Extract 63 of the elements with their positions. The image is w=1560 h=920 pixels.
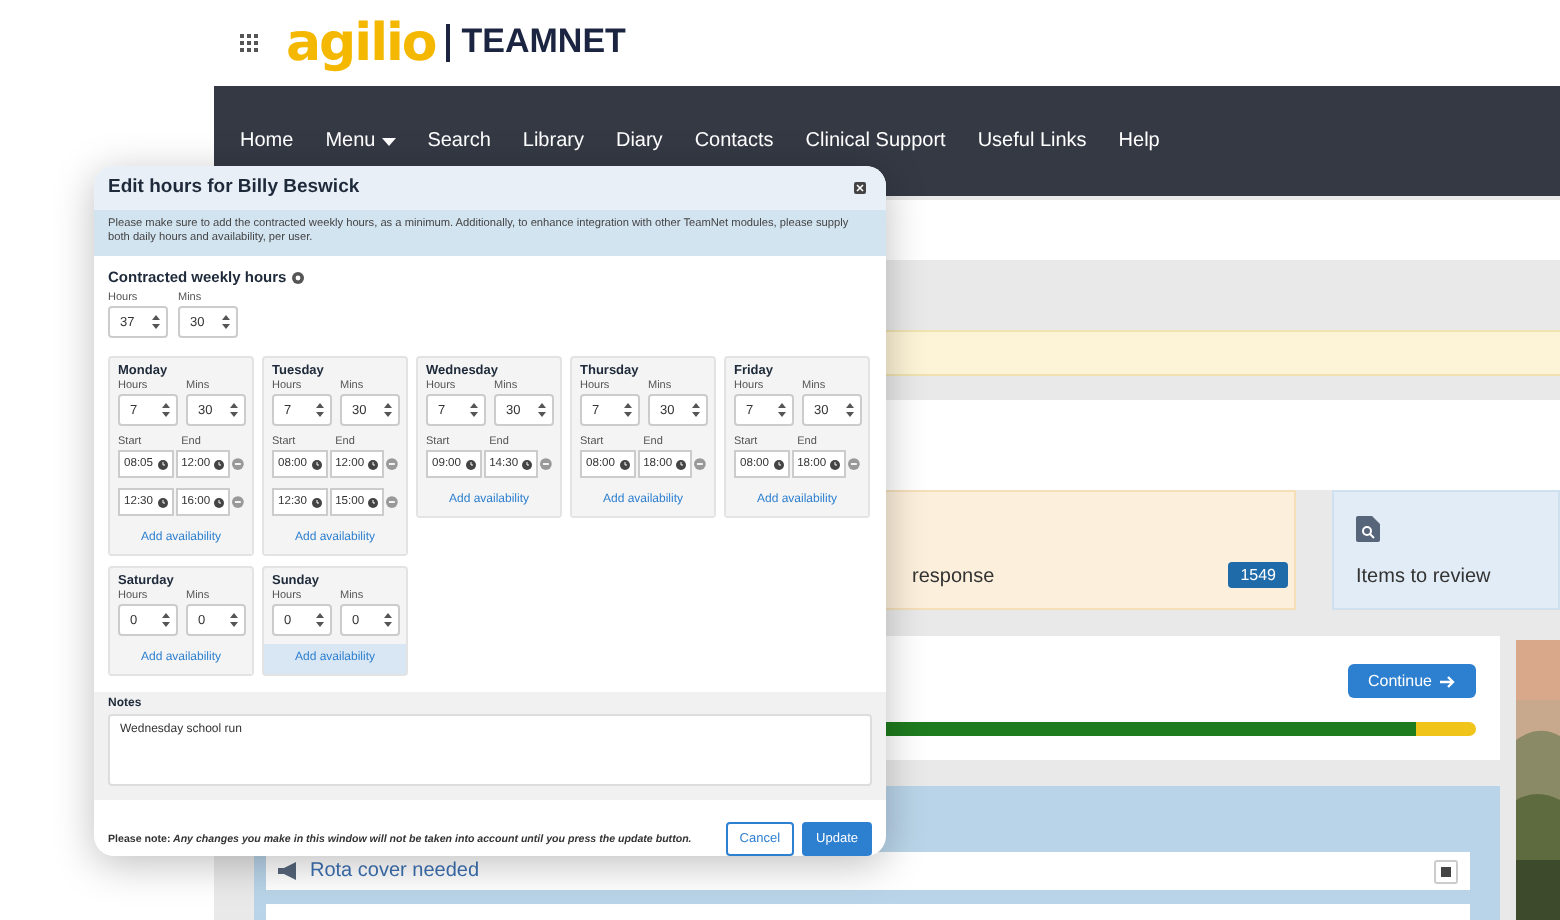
review-card[interactable]: Items to review: [1332, 490, 1560, 610]
nav-link[interactable]: Menu: [315, 130, 406, 152]
clock-icon: [214, 497, 225, 507]
logo-product: TEAMNET: [445, 24, 626, 62]
stepper-icon[interactable]: [162, 402, 170, 418]
nav-link[interactable]: Library: [512, 130, 594, 152]
dialog-title: Edit hours for Billy Beswick: [108, 176, 360, 199]
count-badge: 1549: [1228, 562, 1288, 588]
help-icon[interactable]: [292, 271, 305, 283]
remove-icon[interactable]: [694, 458, 706, 470]
remove-icon[interactable]: [386, 496, 398, 508]
clock-icon: [157, 459, 168, 469]
nav-link[interactable]: Useful Links: [967, 130, 1097, 152]
nav-link[interactable]: Contacts: [684, 130, 784, 152]
stepper-icon[interactable]: [316, 402, 324, 418]
clock-icon: [773, 459, 784, 469]
nav-link[interactable]: Clinical Support: [795, 130, 956, 152]
clock-icon: [619, 459, 630, 469]
stepper-icon[interactable]: [162, 612, 170, 628]
clock-icon: [676, 459, 687, 469]
stepper-icon[interactable]: [384, 402, 392, 418]
clock-icon: [157, 497, 168, 507]
task-row[interactable]: Rota cover needed: [266, 852, 1470, 890]
remove-icon[interactable]: [232, 496, 244, 508]
clock-icon: [311, 459, 322, 469]
stepper-icon[interactable]: [222, 314, 230, 330]
megaphone-icon: [278, 862, 298, 880]
clock-icon: [522, 459, 533, 469]
arrow-right-icon: [1440, 675, 1456, 687]
card-label: response: [912, 566, 995, 588]
stepper-icon[interactable]: [778, 402, 786, 418]
stepper-icon[interactable]: [470, 402, 478, 418]
remove-icon[interactable]: [848, 458, 860, 470]
stepper-icon[interactable]: [316, 612, 324, 628]
remove-icon[interactable]: [232, 458, 244, 470]
stepper-icon[interactable]: [230, 612, 238, 628]
stepper-icon[interactable]: [692, 402, 700, 418]
stepper-icon[interactable]: [384, 612, 392, 628]
clock-icon: [368, 459, 379, 469]
apps-grid-icon[interactable]: [240, 34, 258, 52]
nav-link[interactable]: Help: [1108, 130, 1170, 152]
logo-brand: agilio: [286, 17, 436, 69]
clock-icon: [465, 459, 476, 469]
stepper-icon[interactable]: [230, 402, 238, 418]
card-label: Items to review: [1356, 566, 1491, 588]
stepper-icon[interactable]: [152, 314, 160, 330]
nav-link[interactable]: Search: [417, 130, 501, 152]
nav-link[interactable]: Home: [230, 130, 304, 152]
clock-icon: [311, 497, 322, 507]
task-label: Rota cover needed: [310, 860, 482, 882]
close-icon[interactable]: [1434, 859, 1458, 883]
continue-button[interactable]: Continue: [1347, 664, 1476, 698]
remove-icon[interactable]: [540, 458, 552, 470]
caret-icon: [381, 137, 396, 145]
stepper-icon[interactable]: [538, 402, 546, 418]
clock-icon: [830, 459, 841, 469]
clock-icon: [214, 459, 225, 469]
file-search-icon: [1356, 516, 1380, 542]
remove-icon[interactable]: [386, 458, 398, 470]
nav-link[interactable]: Diary: [605, 130, 673, 152]
stepper-icon[interactable]: [624, 402, 632, 418]
clock-icon: [368, 497, 379, 507]
stepper-icon[interactable]: [846, 402, 854, 418]
